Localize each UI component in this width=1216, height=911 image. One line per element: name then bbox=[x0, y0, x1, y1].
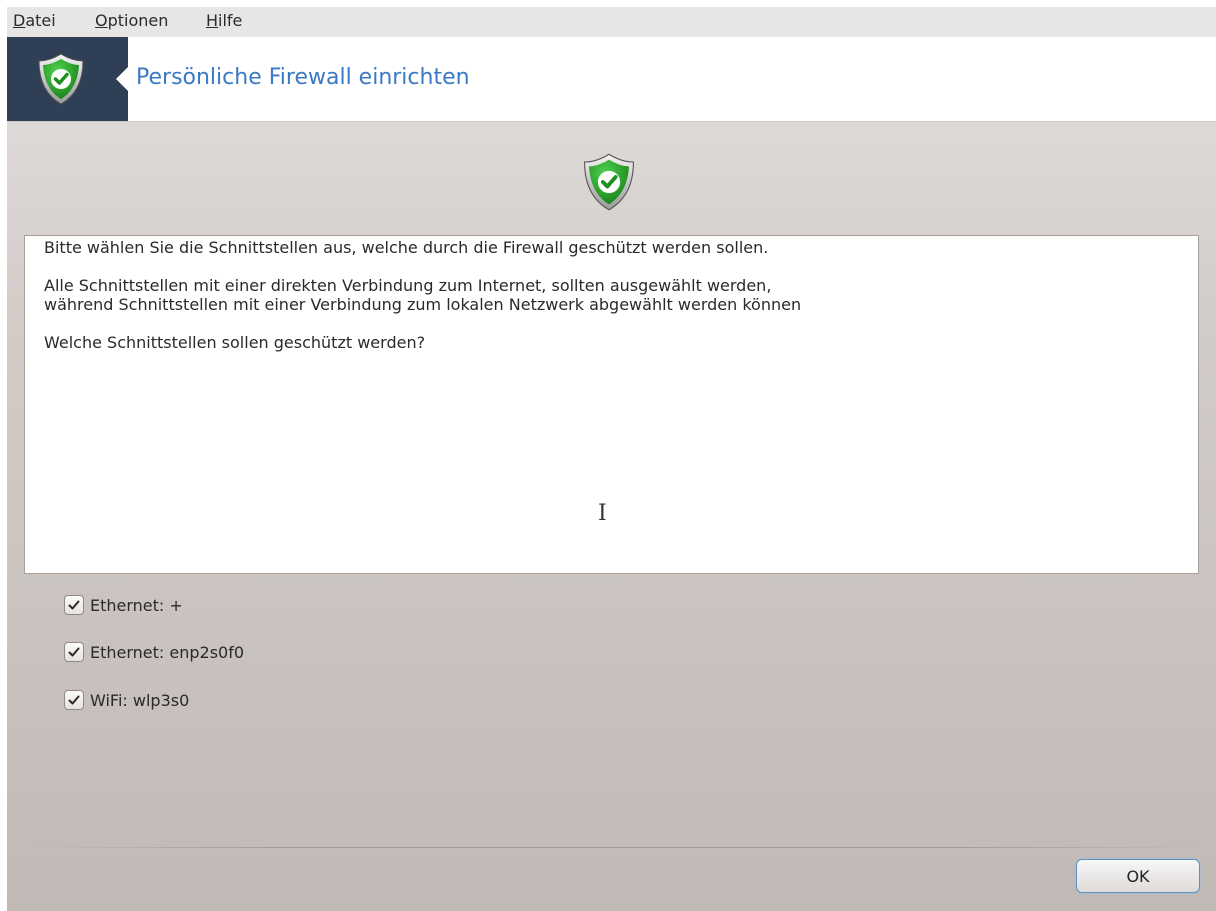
checkbox-label: Ethernet: + bbox=[90, 595, 183, 615]
menu-hilfe[interactable]: Hilfe bbox=[206, 11, 242, 30]
menu-optionen[interactable]: Optionen bbox=[95, 11, 168, 30]
description-textbox[interactable]: Bitte wählen Sie die Schnittstellen aus,… bbox=[24, 235, 1199, 574]
shield-check-icon bbox=[583, 153, 635, 211]
checkmark-icon bbox=[68, 695, 80, 705]
page-title: Persönliche Firewall einrichten bbox=[136, 65, 470, 90]
separator bbox=[37, 847, 1197, 848]
firewall-dialog-window: Datei Optionen Hilfe Persönliche Firewal… bbox=[7, 7, 1216, 911]
shield-check-icon bbox=[38, 53, 84, 105]
checkbox-label: WiFi: wlp3s0 bbox=[90, 690, 190, 710]
description-paragraph: Bitte wählen Sie die Schnittstellen aus,… bbox=[44, 238, 769, 257]
menu-datei[interactable]: Datei bbox=[13, 11, 56, 30]
description-paragraph: Alle Schnittstellen mit einer direkten V… bbox=[44, 276, 802, 314]
menubar: Datei Optionen Hilfe bbox=[7, 7, 1216, 37]
ok-button[interactable]: OK bbox=[1076, 859, 1200, 893]
checkmark-icon bbox=[68, 647, 80, 657]
interface-checkbox-row[interactable]: Ethernet: + bbox=[64, 593, 183, 617]
banner-arrow bbox=[116, 67, 128, 91]
description-paragraph: Welche Schnittstellen sollen geschützt w… bbox=[44, 333, 426, 352]
checkbox[interactable] bbox=[64, 690, 84, 710]
checkbox[interactable] bbox=[64, 595, 84, 615]
checkmark-icon bbox=[68, 600, 80, 610]
checkbox[interactable] bbox=[64, 642, 84, 662]
interface-checkbox-row[interactable]: Ethernet: enp2s0f0 bbox=[64, 640, 244, 664]
checkbox-label: Ethernet: enp2s0f0 bbox=[90, 642, 245, 662]
header-banner: Persönliche Firewall einrichten bbox=[7, 37, 1216, 122]
interface-checkbox-row[interactable]: WiFi: wlp3s0 bbox=[64, 688, 189, 712]
banner-icon-box bbox=[7, 37, 128, 121]
text-cursor-icon: I bbox=[598, 501, 607, 526]
